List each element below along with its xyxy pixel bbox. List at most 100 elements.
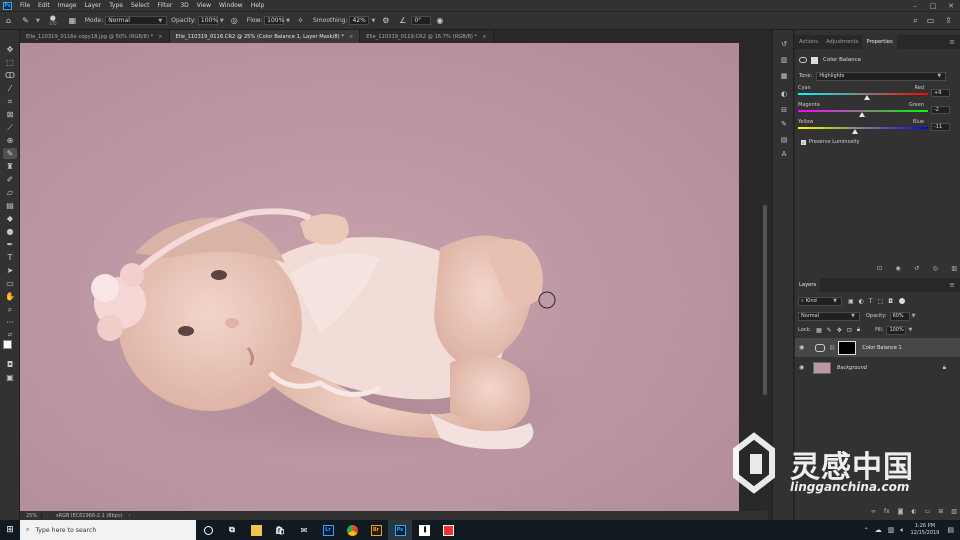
panel-menu-icon[interactable]: ≡ — [949, 38, 955, 46]
smoothing-input[interactable]: 42% — [349, 16, 370, 25]
chevron-down-icon[interactable]: ▼ — [371, 18, 375, 24]
tab-actions[interactable]: Actions — [795, 35, 822, 49]
hand-tool-icon[interactable]: ✋ — [3, 291, 17, 302]
libraries-icon[interactable]: ▦ — [778, 70, 790, 81]
maximize-button[interactable]: □ — [924, 0, 942, 11]
adjustment-filter-icon[interactable]: ◐ — [859, 298, 864, 305]
properties-icon[interactable]: ⊟ — [778, 104, 790, 115]
notifications-icon[interactable]: ▤ — [947, 526, 954, 534]
fx-icon[interactable]: fx — [884, 508, 890, 518]
layer-row-color-balance[interactable]: ◉ ⛓ Color Balance 1 — [795, 338, 960, 357]
slider-thumb[interactable] — [858, 112, 865, 117]
history-brush-tool-icon[interactable]: ✐ — [3, 174, 17, 185]
chevron-down-icon[interactable]: ▼ — [908, 327, 912, 333]
menu-file[interactable]: File — [16, 2, 34, 9]
visibility-icon[interactable]: ◎ — [933, 265, 938, 275]
menu-type[interactable]: Type — [105, 2, 127, 9]
slider-value-input[interactable]: -2 — [931, 106, 950, 114]
tab-adjustments[interactable]: Adjustments — [822, 35, 863, 49]
pressure-size-icon[interactable]: ◉ — [434, 15, 445, 26]
new-adjustment-icon[interactable]: ◐ — [911, 508, 916, 518]
blur-tool-icon[interactable]: ◆ — [3, 213, 17, 224]
angle-input[interactable]: 0° — [411, 16, 432, 25]
move-tool-icon[interactable]: ✥ — [3, 44, 17, 55]
chevron-down-icon[interactable]: ▼ — [220, 18, 224, 24]
brush-preset-picker[interactable]: ● 175 — [45, 15, 61, 26]
blend-mode-select[interactable]: Normal ▼ — [798, 311, 860, 321]
document-tab-active[interactable]: Elle_110319_0116.CR2 @ 25% (Color Balanc… — [169, 30, 361, 43]
menu-filter[interactable]: Filter — [154, 2, 177, 9]
menu-select[interactable]: Select — [127, 2, 154, 9]
lock-transparent-icon[interactable]: ▦ — [816, 327, 822, 334]
layer-kind-filter[interactable]: ⌕ Kind ▼ — [798, 296, 842, 306]
lock-pixels-icon[interactable]: ✎ — [827, 327, 832, 334]
type-tool-icon[interactable]: T — [3, 252, 17, 263]
gear-icon[interactable]: ⚙ — [380, 15, 391, 26]
slider-thumb[interactable] — [852, 129, 859, 134]
slider-thumb[interactable] — [863, 95, 870, 100]
document-tab[interactable]: Elle_110319_0119.CR2 @ 16.7% (RGB/8) * × — [360, 30, 494, 43]
slider-track[interactable] — [798, 127, 928, 129]
new-layer-icon[interactable]: ⊞ — [938, 508, 943, 518]
photoshop-logo-icon[interactable]: Ps — [3, 1, 12, 10]
history-icon[interactable]: ↺ — [778, 38, 790, 49]
slider-value-input[interactable]: -11 — [931, 123, 950, 131]
chain-link-icon[interactable]: ⛓ — [829, 345, 835, 351]
gradient-tool-icon[interactable]: ▤ — [3, 200, 17, 211]
layer-mask-icon[interactable] — [811, 56, 818, 64]
filter-toggle-icon[interactable] — [899, 298, 906, 304]
layer-thumbnail[interactable] — [813, 361, 831, 374]
canvas-image[interactable] — [20, 43, 739, 511]
layer-row-background[interactable]: ◉ Background 🔒︎ — [795, 358, 960, 377]
adjustments-icon[interactable]: ◐ — [778, 88, 790, 99]
close-icon[interactable]: × — [349, 34, 353, 40]
eyedropper-tool-icon[interactable]: ⟋ — [3, 122, 17, 133]
slider-value-input[interactable]: +9 — [931, 89, 950, 97]
angle-icon[interactable]: ∠ — [397, 15, 408, 26]
quick-mask-icon[interactable]: ◘ — [3, 359, 17, 370]
trash-icon[interactable]: ▥ — [951, 265, 957, 275]
minimize-button[interactable]: – — [906, 0, 924, 11]
search-icon[interactable]: ⌕ — [910, 15, 921, 26]
marquee-tool-icon[interactable]: ⬚ — [3, 57, 17, 68]
store-icon[interactable]: 🛍︎ — [268, 520, 292, 540]
magenta-green-slider[interactable]: Magenta Green -2 — [798, 102, 950, 118]
workspace-icon[interactable]: ▭ — [925, 15, 936, 26]
status-arrow-icon[interactable]: › — [129, 513, 131, 519]
fill-input[interactable]: 100% — [886, 325, 907, 335]
character-icon[interactable]: A — [778, 148, 790, 159]
menu-layer[interactable]: Layer — [80, 2, 105, 9]
brush-tool-icon[interactable]: ✎ — [3, 148, 17, 159]
shape-filter-icon[interactable]: ⬚ — [878, 298, 884, 305]
eye-icon[interactable]: ◉ — [799, 344, 811, 351]
lightroom-icon[interactable]: Lr — [316, 520, 340, 540]
path-select-tool-icon[interactable]: ➤ — [3, 265, 17, 276]
eraser-tool-icon[interactable]: ▱ — [3, 187, 17, 198]
pressure-opacity-icon[interactable]: ◎ — [229, 15, 240, 26]
tab-layers[interactable]: Layers — [795, 278, 821, 292]
lasso-tool-icon[interactable]: ↀ — [3, 70, 17, 81]
trash-icon[interactable]: ▥ — [951, 508, 957, 518]
layer-mask-thumbnail[interactable] — [838, 340, 857, 355]
home-icon[interactable]: ⌂ — [3, 15, 14, 26]
document-tab[interactable]: Elle_110319_0116e copy18.jpg @ 50% (RGB/… — [20, 30, 170, 43]
mail-icon[interactable]: ✉ — [292, 520, 316, 540]
tone-select[interactable]: Highlights ▼ — [816, 71, 947, 81]
app-icon[interactable]: ▐ — [412, 520, 436, 540]
yellow-blue-slider[interactable]: Yellow Blue -11 — [798, 119, 950, 135]
file-explorer-icon[interactable] — [244, 520, 268, 540]
cloud-icon[interactable]: ☁ — [875, 526, 882, 534]
eye-icon[interactable]: ◉ — [799, 364, 811, 371]
menu-view[interactable]: View — [193, 2, 215, 9]
photoshop-taskbar-icon[interactable]: Ps — [388, 520, 412, 540]
panel-menu-icon[interactable]: ≡ — [949, 281, 955, 289]
flow-input[interactable]: 100% — [264, 16, 284, 25]
layer-opacity-input[interactable]: 60% — [889, 311, 910, 321]
quick-select-tool-icon[interactable]: ⁄ — [3, 83, 17, 94]
clip-to-layer-icon[interactable]: ⊡ — [877, 265, 882, 275]
brush-settings-icon[interactable]: ▦ — [67, 15, 78, 26]
menu-image[interactable]: Image — [54, 2, 81, 9]
menu-help[interactable]: Help — [247, 2, 269, 9]
frame-tool-icon[interactable]: ⊠ — [3, 109, 17, 120]
chrome-icon[interactable] — [340, 520, 364, 540]
